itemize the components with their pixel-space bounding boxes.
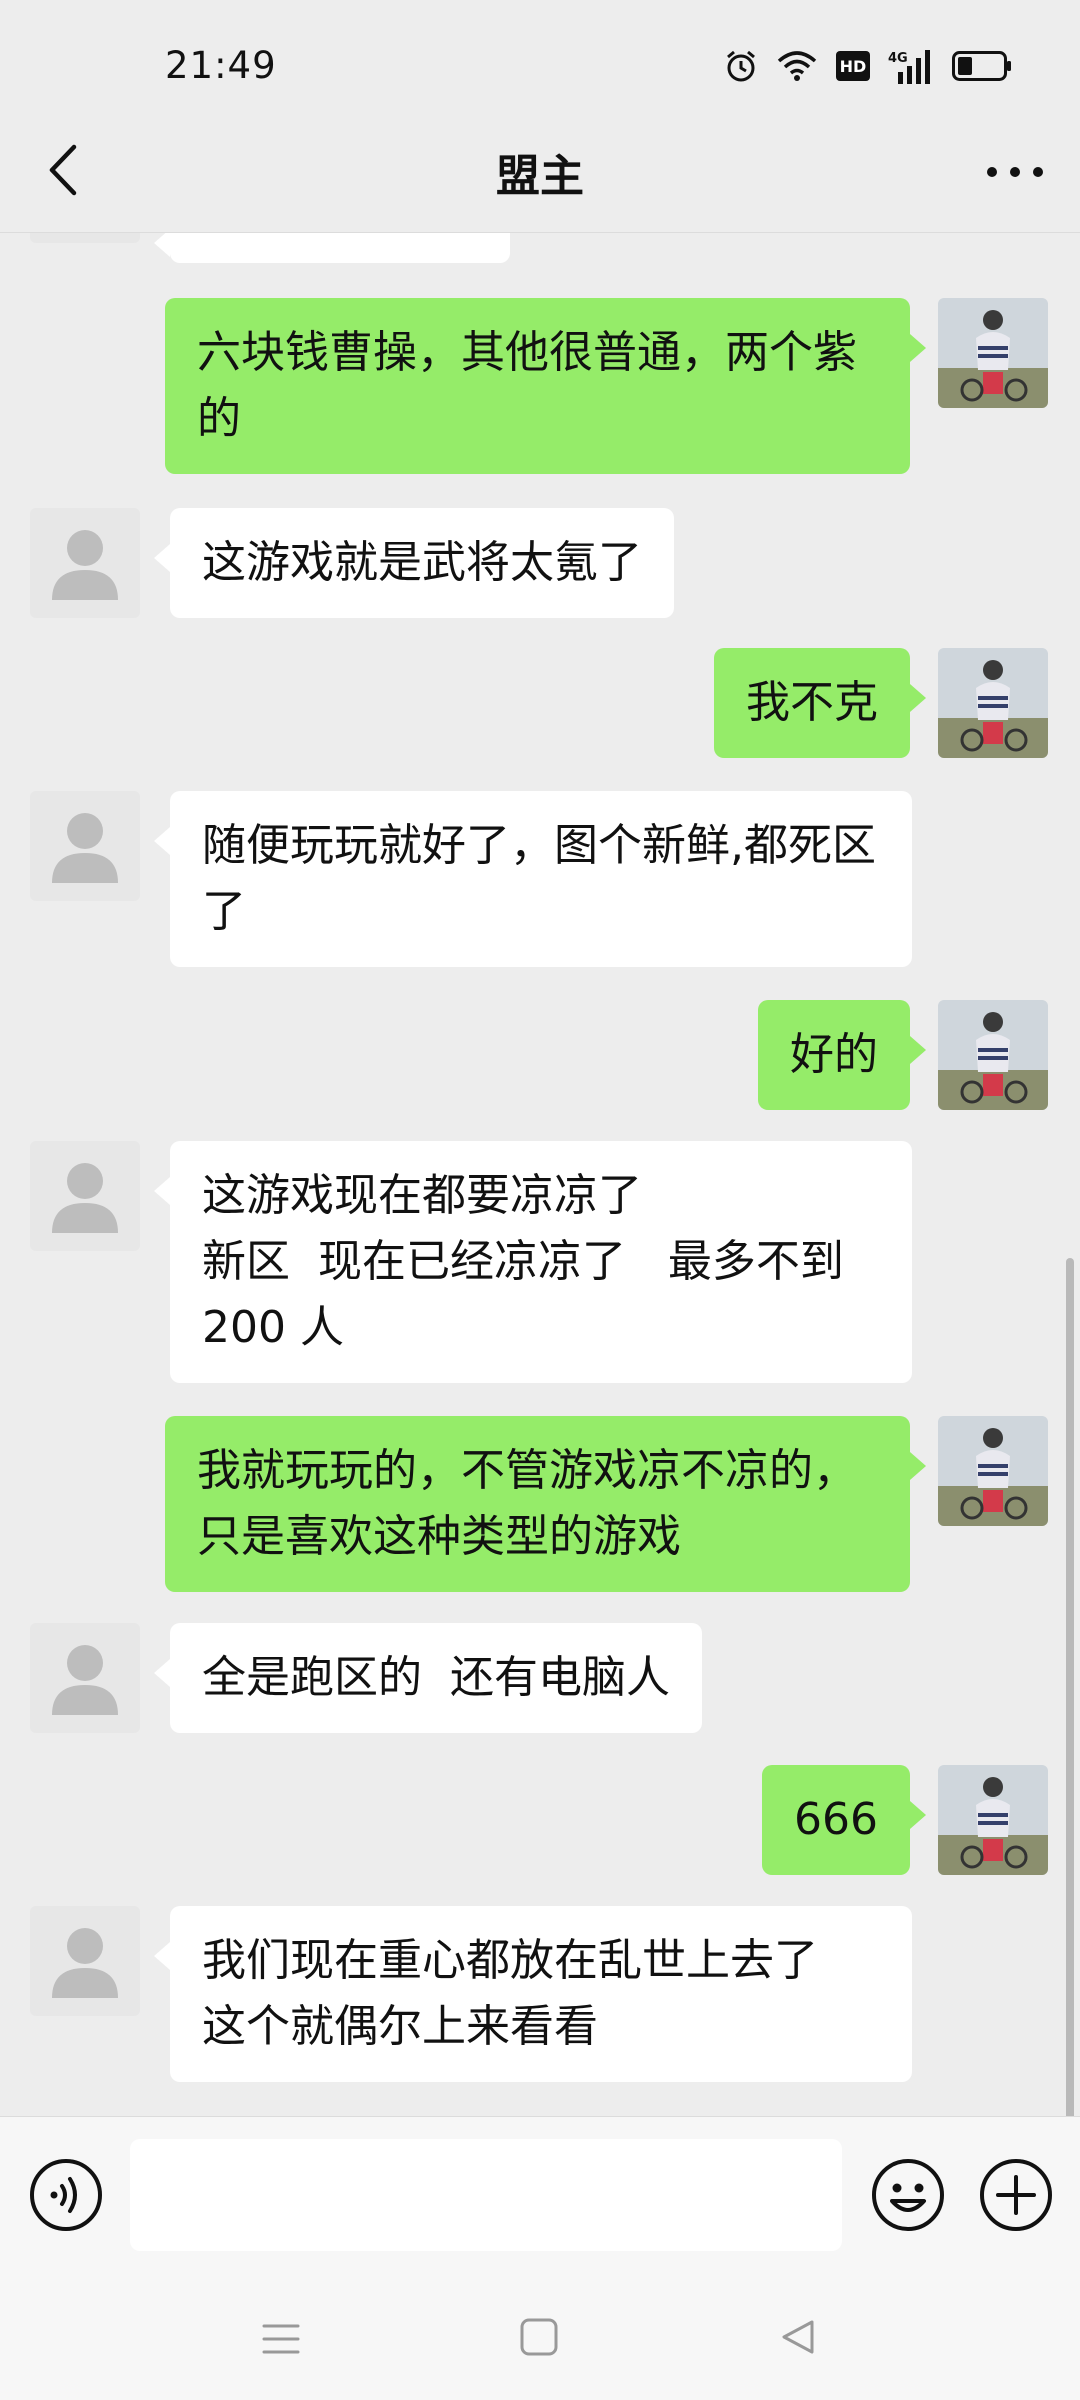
my-avatar[interactable] [938,648,1048,758]
my-avatar[interactable] [938,1000,1048,1110]
message-bubble-outgoing[interactable]: 我不克 [714,648,926,758]
contact-avatar[interactable] [30,1141,140,1251]
chat-title: 盟主 [496,151,584,202]
message-input[interactable] [130,2139,842,2251]
default-avatar-icon [52,1163,118,1233]
my-avatar[interactable] [938,1765,1048,1875]
title-bar: 盟主 [0,110,1080,233]
default-avatar-icon [52,1928,118,1998]
default-avatar-icon [52,813,118,883]
message-bubble-incoming[interactable]: 这游戏就是武将太氪了 [154,508,674,618]
message-bubble-outgoing[interactable]: 我就玩玩的，不管游戏凉不凉的，只是喜欢这种类型的游戏 [165,1416,926,1592]
hd-icon: HD [836,51,870,81]
cyclist-avatar-icon [938,1765,1048,1875]
signal-4g-icon: 4G [888,50,930,84]
scrollbar[interactable] [1066,1258,1074,2116]
cyclist-avatar-icon [938,298,1048,408]
message-bubble-outgoing[interactable]: 好的 [758,1000,926,1110]
contact-avatar[interactable] [30,233,140,243]
my-avatar[interactable] [938,298,1048,408]
status-time: 21:49 [165,44,277,87]
contact-avatar[interactable] [30,508,140,618]
message-bubble-incoming[interactable]: 随便玩玩就好了，图个新鲜,都死区了 [154,791,912,967]
menu-icon[interactable] [258,2316,304,2362]
message-bubble-incoming[interactable]: 这游戏现在都要凉凉了 新区 现在已经凉凉了 最多不到200 人 [154,1141,912,1383]
back-icon[interactable] [776,2314,822,2360]
message-bubble-incoming[interactable]: 我们现在重心都放在乱世上去了 这个就偶尔上来看看 [154,1906,912,2082]
message-bubble-incoming[interactable]: 全是跑区的 还有电脑人 [154,1623,702,1733]
partial-message-bubble[interactable] [154,233,510,263]
contact-avatar[interactable] [30,1623,140,1733]
my-avatar[interactable] [938,1416,1048,1526]
default-avatar-icon [30,233,140,243]
contact-avatar[interactable] [30,1906,140,2016]
plus-icon[interactable] [978,2157,1054,2233]
contact-avatar[interactable] [30,791,140,901]
hd-label: HD [840,57,867,76]
wifi-icon [777,51,817,81]
more-button[interactable] [980,142,1050,202]
status-icons: HD 4G [724,44,1012,88]
message-bubble-outgoing[interactable]: 666 [762,1765,926,1875]
cyclist-avatar-icon [938,1416,1048,1526]
home-icon[interactable] [516,2314,562,2360]
message-bubble-outgoing[interactable]: 六块钱曹操，其他很普通，两个紫的 [165,298,926,474]
default-avatar-icon [52,1645,118,1715]
network-label: 4G [888,51,908,66]
cyclist-avatar-icon [938,648,1048,758]
message-list[interactable]: 六块钱曹操，其他很普通，两个紫的 这游戏就是武将太氪了 我不克 随便玩玩就好了，… [0,233,1080,2116]
voice-icon[interactable] [28,2157,104,2233]
input-bar [0,2116,1080,2277]
cyclist-avatar-icon [938,1000,1048,1110]
system-nav-bar [0,2276,1080,2400]
battery-icon [952,51,1011,81]
chat-screen: 21:49 HD 4G 盟主 六块钱曹操，其他很普通，两个紫的 这游戏就是武将太… [0,0,1080,2400]
alarm-icon [727,50,755,82]
emoji-icon[interactable] [870,2157,946,2233]
default-avatar-icon [52,530,118,600]
